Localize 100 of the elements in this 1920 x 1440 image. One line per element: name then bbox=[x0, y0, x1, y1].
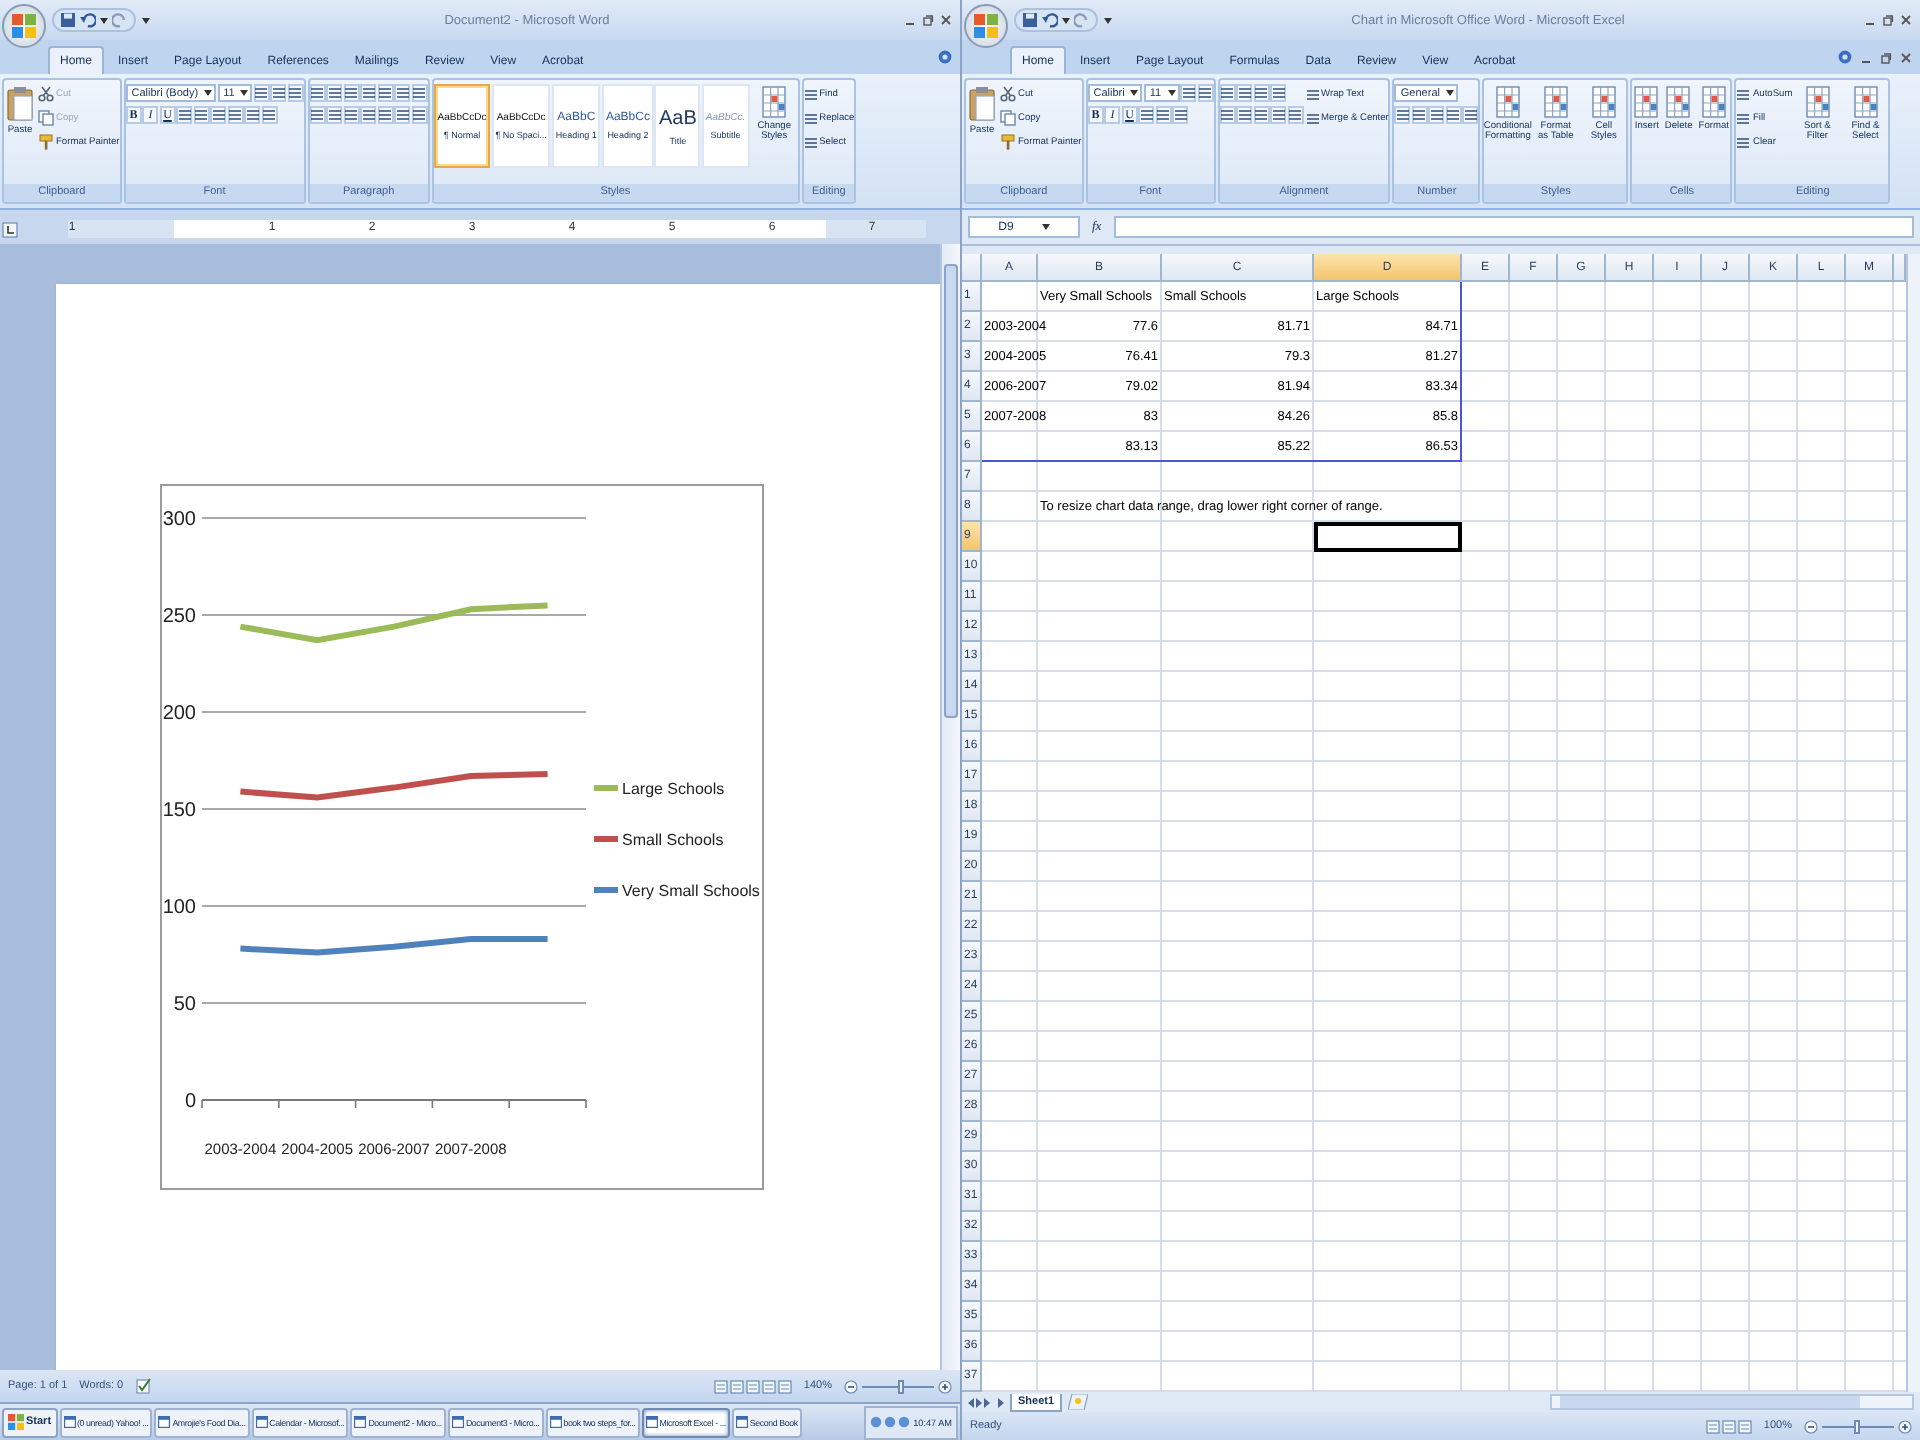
active-cell[interactable] bbox=[1314, 522, 1462, 552]
view-icon[interactable] bbox=[729, 1379, 744, 1393]
tool-button[interactable] bbox=[360, 106, 377, 124]
tool-button[interactable] bbox=[1197, 84, 1214, 102]
tool-button[interactable] bbox=[1287, 106, 1304, 124]
scrollbar[interactable] bbox=[1906, 254, 1920, 1392]
clipboard-icon bbox=[968, 86, 996, 122]
squares-icon bbox=[12, 14, 36, 38]
view-icon[interactable] bbox=[1737, 1419, 1752, 1433]
tool-button[interactable] bbox=[309, 84, 326, 102]
tool-button[interactable] bbox=[1236, 84, 1253, 102]
table-icon bbox=[1591, 86, 1616, 118]
scissors-icon bbox=[1000, 86, 1016, 102]
tool-button[interactable] bbox=[309, 106, 326, 124]
tab-stop-icon[interactable] bbox=[2, 221, 18, 237]
lines-icon bbox=[1305, 87, 1320, 101]
zoom-out-icon[interactable] bbox=[1804, 1419, 1818, 1433]
tool-button[interactable] bbox=[1394, 106, 1411, 124]
sheet-arrows-icon[interactable] bbox=[968, 1397, 1004, 1407]
tool-button[interactable] bbox=[1462, 106, 1479, 124]
tool-button[interactable] bbox=[244, 106, 261, 124]
tool-button[interactable] bbox=[1411, 106, 1428, 124]
slider-thumb[interactable] bbox=[1854, 1419, 1860, 1433]
tool-button[interactable] bbox=[253, 84, 270, 102]
undo-icon[interactable] bbox=[80, 12, 96, 28]
save-icon[interactable] bbox=[60, 12, 76, 28]
tool-button[interactable] bbox=[1428, 106, 1445, 124]
insert-sheet-icon[interactable] bbox=[1068, 1394, 1089, 1410]
caret-icon bbox=[100, 17, 108, 23]
axis-label: 100 bbox=[162, 897, 196, 919]
tool-button[interactable] bbox=[411, 84, 428, 102]
view-icon[interactable] bbox=[761, 1379, 776, 1393]
undo-icon[interactable] bbox=[1042, 12, 1058, 28]
save-icon[interactable] bbox=[1022, 12, 1038, 28]
scrollbar[interactable] bbox=[940, 244, 960, 1370]
window-icon bbox=[354, 1416, 367, 1428]
view-icon[interactable] bbox=[777, 1379, 792, 1393]
tool-button[interactable] bbox=[1236, 106, 1253, 124]
tool-button[interactable] bbox=[193, 106, 210, 124]
zoom-in-icon[interactable] bbox=[1898, 1419, 1912, 1433]
tool-button[interactable] bbox=[326, 106, 343, 124]
tool-button[interactable] bbox=[270, 84, 287, 102]
tool-button[interactable] bbox=[1219, 106, 1236, 124]
close-icon[interactable] bbox=[1900, 14, 1912, 26]
restore-icon[interactable] bbox=[1882, 14, 1894, 26]
tool-button[interactable] bbox=[1138, 106, 1155, 124]
redo-icon[interactable] bbox=[112, 12, 128, 28]
tool-button[interactable] bbox=[394, 84, 411, 102]
axis-label: 200 bbox=[162, 703, 196, 725]
window-icon bbox=[255, 1416, 268, 1428]
view-icon[interactable] bbox=[745, 1379, 760, 1393]
axis-label: 0 bbox=[184, 1091, 196, 1113]
tool-button[interactable] bbox=[261, 106, 278, 124]
view-icon[interactable] bbox=[713, 1379, 728, 1393]
close-icon[interactable] bbox=[1900, 51, 1912, 63]
tool-button[interactable] bbox=[287, 84, 304, 102]
tool-button[interactable] bbox=[377, 84, 394, 102]
table-icon bbox=[1701, 86, 1726, 118]
slider-thumb[interactable] bbox=[898, 1379, 905, 1393]
caret-icon bbox=[240, 90, 249, 96]
scrollbar[interactable] bbox=[1550, 1394, 1914, 1410]
flag-icon bbox=[8, 1414, 24, 1430]
restore-icon[interactable] bbox=[1880, 51, 1892, 63]
view-icon[interactable] bbox=[1721, 1419, 1736, 1433]
tool-button[interactable] bbox=[326, 84, 343, 102]
tool-button[interactable] bbox=[1445, 106, 1462, 124]
zoom-in-icon[interactable] bbox=[938, 1379, 952, 1393]
restore-icon[interactable] bbox=[922, 14, 934, 26]
axis-label: 300 bbox=[162, 509, 196, 531]
close-icon[interactable] bbox=[940, 14, 952, 26]
help-icon[interactable] bbox=[938, 50, 952, 64]
tool-button[interactable] bbox=[1180, 84, 1197, 102]
table-icon bbox=[1543, 86, 1568, 118]
tool-button[interactable] bbox=[1172, 106, 1189, 124]
tool-button[interactable] bbox=[210, 106, 227, 124]
table-icon bbox=[1634, 86, 1659, 118]
tool-button[interactable] bbox=[343, 84, 360, 102]
tool-button[interactable] bbox=[1270, 106, 1287, 124]
tool-button[interactable] bbox=[1219, 84, 1236, 102]
zoom-out-icon[interactable] bbox=[844, 1379, 858, 1393]
tool-button[interactable] bbox=[1253, 106, 1270, 124]
tool-button[interactable] bbox=[377, 106, 394, 124]
tool-button[interactable] bbox=[1270, 84, 1287, 102]
zoom-slider[interactable] bbox=[1822, 1419, 1894, 1433]
tool-button[interactable] bbox=[1155, 106, 1172, 124]
help-icon[interactable] bbox=[1838, 50, 1852, 64]
redo-icon[interactable] bbox=[1074, 12, 1090, 28]
tool-button[interactable] bbox=[227, 106, 244, 124]
legend-label: Small Schools bbox=[622, 831, 724, 849]
tool-button[interactable] bbox=[176, 106, 193, 124]
tool-button[interactable] bbox=[1253, 84, 1270, 102]
check-icon[interactable] bbox=[135, 1378, 152, 1394]
zoom-slider[interactable] bbox=[862, 1379, 934, 1393]
tool-button[interactable] bbox=[360, 84, 377, 102]
formula-field[interactable] bbox=[1113, 216, 1914, 238]
tool-button[interactable] bbox=[394, 106, 411, 124]
legend-swatch bbox=[594, 785, 618, 791]
view-icon[interactable] bbox=[1705, 1419, 1720, 1433]
tool-button[interactable] bbox=[343, 106, 360, 124]
tool-button[interactable] bbox=[411, 106, 428, 124]
